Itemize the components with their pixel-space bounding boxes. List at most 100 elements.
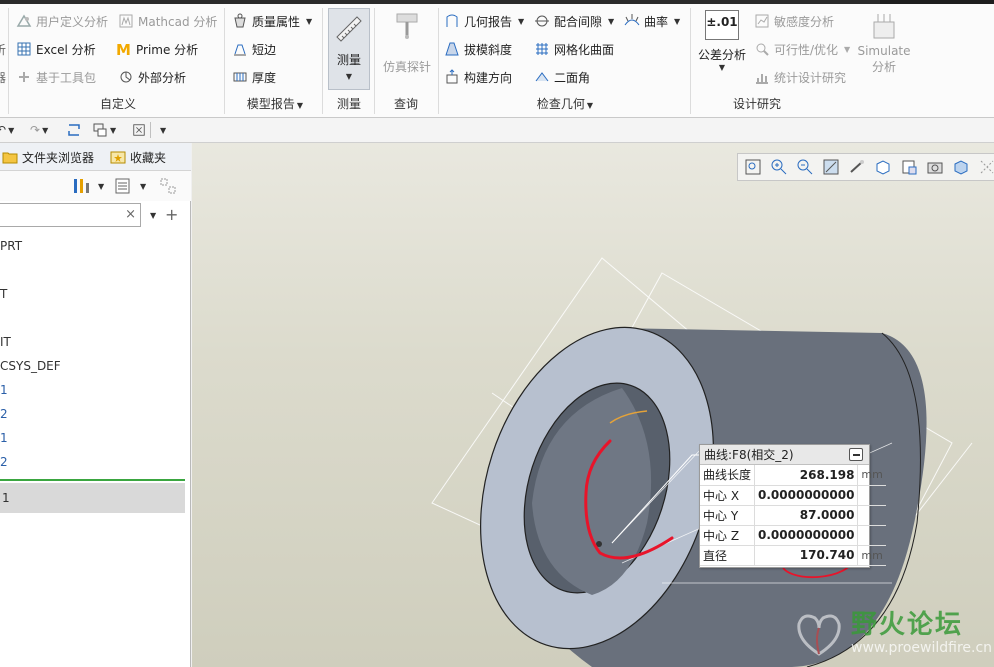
- table-row: 直径 170.740 mm: [700, 545, 886, 566]
- sensitivity-icon: [754, 13, 770, 29]
- zoom-out-icon[interactable]: [796, 158, 814, 176]
- tab-folder-browser[interactable]: 文件夹浏览器: [2, 148, 94, 166]
- settings-icon[interactable]: [72, 177, 92, 195]
- external-analysis-button[interactable]: 外部分析: [118, 66, 186, 88]
- left-panel-toolbar: ▼ ▼: [0, 171, 191, 201]
- perspective-icon[interactable]: [952, 158, 970, 176]
- sensitivity-analysis-button[interactable]: 敏感度分析: [754, 10, 834, 32]
- spin-center-icon[interactable]: [848, 158, 866, 176]
- chevron-down-icon[interactable]: ▼: [140, 182, 146, 191]
- mesh-surface-button[interactable]: 网格化曲面: [534, 38, 614, 60]
- external-analysis-icon: [118, 69, 134, 85]
- ribbon: 析 器 用户定义分析 Mathcad 分析 Excel 分析 M Prime 分…: [0, 0, 994, 118]
- undo-icon[interactable]: ↶ ▼: [0, 122, 14, 138]
- tree-item[interactable]: 2: [0, 407, 8, 425]
- datum-display-icon[interactable]: [978, 158, 994, 176]
- filter-icon[interactable]: [160, 178, 178, 194]
- insert-here-line[interactable]: [0, 479, 185, 481]
- watermark-logo: [797, 614, 841, 656]
- ribbon-group-query: 仿真探针 查询: [376, 6, 436, 116]
- windows-icon[interactable]: ▼: [92, 122, 116, 138]
- measure-result-panel: 曲线:F8(相交_2) 曲线长度 268.198 mm 中心 X 0.00000…: [699, 444, 886, 568]
- curvature-button[interactable]: 曲率 ▼: [624, 10, 680, 32]
- watermark-title: 野火论坛: [851, 610, 964, 640]
- user-defined-analysis-button[interactable]: 用户定义分析: [16, 10, 108, 32]
- zoom-fit-icon[interactable]: [744, 158, 762, 176]
- dihedral-angle-icon: [534, 69, 550, 85]
- saved-views-icon[interactable]: [900, 158, 918, 176]
- minimize-icon[interactable]: [849, 448, 863, 461]
- search-input[interactable]: [0, 204, 119, 226]
- statistical-icon: [754, 69, 770, 85]
- redo-icon[interactable]: ↷ ▼: [30, 122, 48, 138]
- tree-item[interactable]: 1: [0, 431, 8, 449]
- geometry-report-button[interactable]: 几何报告 ▼: [444, 10, 524, 32]
- draft-icon: [444, 41, 460, 57]
- excel-analysis-button[interactable]: Excel 分析: [16, 38, 96, 60]
- tree-item[interactable]: IT: [0, 335, 11, 353]
- group-label-customize: 自定义: [99, 97, 136, 111]
- dihedral-angle-button[interactable]: 二面角: [534, 66, 590, 88]
- tolerance-icon: ±.01: [705, 10, 739, 40]
- graphics-viewport[interactable]: [192, 143, 994, 667]
- measure-panel-header: 曲线:F8(相交_2): [700, 445, 869, 465]
- toolkit-based-button[interactable]: 基于工具包: [16, 66, 96, 88]
- customize-toolbar-icon[interactable]: ▼: [158, 122, 166, 138]
- build-direction-button[interactable]: 构建方向: [444, 66, 512, 88]
- close-window-icon[interactable]: [132, 122, 146, 138]
- clipped-item-2[interactable]: 器: [0, 66, 6, 88]
- zoom-in-icon[interactable]: [770, 158, 788, 176]
- user-analysis-icon: [16, 13, 32, 29]
- svg-text:M: M: [116, 41, 131, 57]
- display-style-icon[interactable]: [874, 158, 892, 176]
- short-edge-button[interactable]: 短边: [232, 38, 276, 60]
- tree-item[interactable]: 1: [0, 383, 8, 401]
- clipped-item-1[interactable]: 析: [0, 38, 6, 60]
- mathcad-icon: [118, 13, 134, 29]
- clearance-button[interactable]: 配合间隙 ▼: [534, 10, 614, 32]
- regenerate-icon[interactable]: [66, 122, 82, 138]
- simulate-icon: [868, 10, 900, 42]
- tree-item[interactable]: PRT: [0, 239, 22, 257]
- model-scene: [431, 257, 973, 667]
- prime-icon: M: [116, 41, 132, 57]
- chevron-down-icon: ▼: [844, 44, 851, 54]
- tree-item[interactable]: 2: [0, 455, 8, 473]
- simulate-analysis-button[interactable]: Simulate 分析: [856, 10, 912, 75]
- left-panel: 文件夹浏览器 收藏夹 ▼ ▼ × ▼ + PRT T IT CSYS_DEF 1…: [0, 143, 191, 667]
- ribbon-group-measure: 测量 ▼ 测量: [326, 6, 372, 116]
- mass-properties-button[interactable]: 质量属性 ▼: [232, 10, 312, 32]
- simulation-probe-button[interactable]: 仿真探针: [378, 10, 436, 75]
- camera-icon[interactable]: [926, 158, 944, 176]
- statistical-design-study-button[interactable]: 统计设计研究: [754, 66, 846, 88]
- repaint-icon[interactable]: [822, 158, 840, 176]
- chevron-down-icon: ▼: [345, 72, 353, 81]
- mathcad-analysis-button[interactable]: Mathcad 分析: [118, 10, 217, 32]
- chevron-down-icon[interactable]: ▼: [98, 182, 104, 191]
- tree-item[interactable]: T: [0, 287, 7, 305]
- geometry-report-icon: [444, 13, 460, 29]
- add-icon[interactable]: +: [165, 205, 178, 224]
- mass-properties-icon: [232, 13, 248, 29]
- tree-item[interactable]: CSYS_DEF: [0, 359, 61, 377]
- draft-button[interactable]: 拔模斜度: [444, 38, 512, 60]
- clear-icon[interactable]: ×: [125, 207, 136, 222]
- search-dropdown-icon[interactable]: ▼: [150, 211, 156, 220]
- build-direction-icon: [444, 69, 460, 85]
- group-label-inspect-geometry: 检查几何 ▼: [536, 97, 594, 111]
- feasibility-optimization-button[interactable]: 可行性/优化 ▼: [754, 38, 850, 60]
- show-icon[interactable]: [114, 178, 132, 194]
- favorites-icon: [110, 149, 126, 165]
- toolkit-icon: [16, 69, 32, 85]
- prime-analysis-button[interactable]: M Prime 分析: [116, 38, 198, 60]
- thickness-button[interactable]: 厚度: [232, 66, 276, 88]
- measure-button[interactable]: 测量 ▼: [328, 8, 370, 90]
- ribbon-group-inspect-geometry: 几何报告 ▼ 配合间隙 ▼ 曲率 ▼ 拔模斜度 网格化曲面 构建方向 二面角 检…: [440, 6, 690, 116]
- ribbon-group-design-study: ±.01 公差分析 ▼ 敏感度分析 可行性/优化 ▼ 统计设计研究 Simula…: [692, 6, 922, 116]
- short-edge-icon: [232, 41, 248, 57]
- tolerance-analysis-button[interactable]: ±.01 公差分析 ▼: [694, 10, 750, 72]
- watermark: 野火论坛 www.proewildfire.cn: [785, 600, 994, 667]
- tab-favorites[interactable]: 收藏夹: [110, 148, 166, 166]
- mesh-surface-icon: [534, 41, 550, 57]
- selected-tree-row[interactable]: 1: [0, 483, 185, 513]
